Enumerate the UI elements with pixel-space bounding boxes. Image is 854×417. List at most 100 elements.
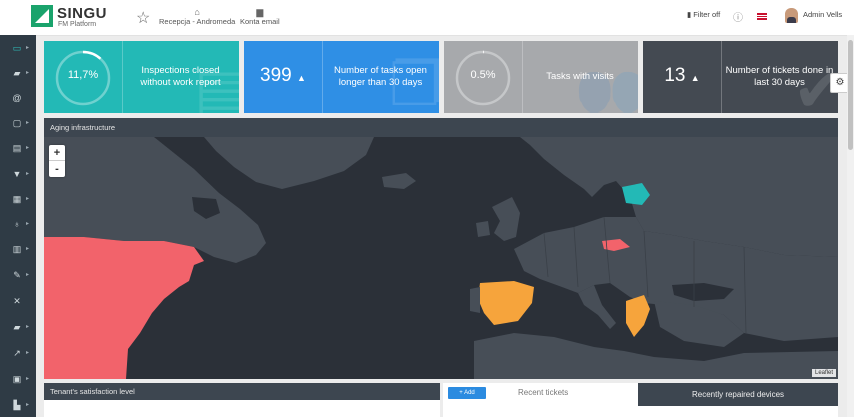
bank-icon: ▥ [12,244,22,254]
top-bar: SINGU FM Platform ☆ ⌂ Recepcja - Androme… [0,0,854,36]
chevron-right-icon: ▸ [26,120,30,126]
card-divider [322,41,323,113]
delivery-icon: ▰ [13,322,21,332]
sidebar-item-stats[interactable]: ▙ ▸ [0,395,36,417]
card-inspections-value: 11,7% [67,69,99,81]
nav-konta-email-label: Konta email [240,17,280,26]
map-attribution[interactable]: Leaflet [811,369,836,377]
document-icon: ▢ [12,118,22,128]
chevron-right-icon: ▸ [26,350,30,356]
wrench-icon: ✎ [13,270,21,280]
chevron-right-icon: ▸ [26,272,30,278]
filter-toggle[interactable]: ▮ Filter off [687,10,720,19]
at-icon: @ [12,93,22,103]
chevron-right-icon: ▸ [26,171,30,177]
report-icon: ▤ [12,143,22,153]
singu-logo[interactable]: SINGU FM Platform [31,5,121,31]
card-divider [721,41,722,113]
nav-recepcja-label: Recepcja - Andromeda [159,17,236,26]
sidebar: ▭ ▸ ▰ ▸ @ ▢ ▸ ▤ ▸ ▼ ▸ ▦ ▸ ♁ ▸ ▥ ▸ ✎ ▸ ✕ ▰ ▸ ↗ ▸ ▣ ▸ … [0,35,36,417]
aging-infrastructure-panel: Aging infrastructure + - Leaflet [44,118,838,379]
sidebar-item-tools[interactable]: ✕ [0,291,36,313]
card-tickets-value-area: 13 ▲ [643,41,721,113]
card-divider [522,41,523,113]
card-tickets-label: Number of tickets done in last 30 days [725,65,834,88]
home-icon: ⌂ [194,7,200,17]
calendar-icon: ▦ [12,194,22,204]
filter-icon: ▮ [687,10,692,19]
tab-recent-tickets[interactable]: Recent tickets [518,388,568,397]
zoom-out-button[interactable]: - [49,161,65,177]
scrollbar-thumb[interactable] [848,40,853,150]
tickets-panel: + Add Recent tickets Recently repaired d… [443,383,838,417]
lightbulb-icon: ♁ [13,219,21,229]
info-icon[interactable]: ⓘ [733,9,743,24]
sidebar-item-maintenance[interactable]: ✎ ▸ [0,265,36,287]
sidebar-item-analytics[interactable]: ↗ ▸ [0,343,36,365]
zoom-in-button[interactable]: + [49,145,65,161]
user-name[interactable]: Admin Vells [803,10,842,19]
tenant-satisfaction-title: Tenant's satisfaction level [44,383,440,400]
sidebar-item-buildings[interactable]: ▥ ▸ [0,239,36,261]
filter-icon: ▼ [12,169,22,179]
card-visits-label: Tasks with visits [546,71,614,82]
logo-subtitle: FM Platform [58,21,97,28]
chevron-right-icon: ▸ [26,221,30,227]
add-ticket-button[interactable]: + Add [448,387,486,399]
tools-icon: ✕ [13,296,21,306]
card-open-tasks-value-area: 399 ▲ [244,41,322,113]
card-tickets-done[interactable]: ✔ 13 ▲ Number of tickets done in last 30… [643,41,838,113]
land-portugal [470,287,480,313]
trend-up-icon: ▲ [690,73,700,83]
briefcase-icon: ▆ [256,7,264,17]
sidebar-item-finance[interactable]: ▣ ▸ [0,369,36,391]
tenant-satisfaction-panel: Tenant's satisfaction level [44,383,440,417]
language-flag-icon[interactable] [757,13,767,20]
logo-mark-icon [31,5,53,27]
card-visits-ring-area: 0.5% [444,41,522,113]
chevron-right-icon: ▸ [26,196,30,202]
card-divider [122,41,123,113]
tab-recently-repaired[interactable]: Recently repaired devices [638,383,838,406]
card-open-tasks-label: Number of tasks open longer than 30 days [334,65,427,88]
card-open-tasks[interactable]: ❐ 399 ▲ Number of tasks open longer than… [244,41,439,113]
chevron-right-icon: ▸ [26,145,30,151]
avatar[interactable] [785,8,798,23]
money-icon: ▣ [12,374,22,384]
card-inspections-closed[interactable]: ▤ 11,7% Inspections closed without work … [44,41,239,113]
chevron-right-icon: ▸ [26,45,30,51]
zoom-control: + - [49,145,65,177]
chevron-right-icon: ▸ [26,246,30,252]
chevron-right-icon: ▸ [26,324,30,330]
stats-icon: ▙ [13,400,21,410]
sidebar-item-reports[interactable]: ▤ ▸ [0,138,36,160]
logo-name: SINGU [57,5,108,22]
sidebar-item-fleet[interactable]: ▰ ▸ [0,63,36,85]
chevron-right-icon: ▸ [26,376,30,382]
trend-up-icon: ▲ [297,73,306,83]
sidebar-item-documents[interactable]: ▢ ▸ [0,113,36,135]
favorite-star-icon[interactable]: ☆ [136,8,150,28]
monitor-icon: ▭ [12,43,22,53]
card-open-tasks-value: 399 ▲ [260,65,306,86]
map-canvas[interactable] [44,137,838,379]
page-scrollbar[interactable] [847,35,854,417]
card-inspections-ring-area: 11,7% [44,41,122,113]
nav-konta-email[interactable]: ▆ Konta email [240,7,280,26]
card-inspections-label: Inspections closed without work report [140,65,221,88]
sidebar-item-delivery[interactable]: ▰ ▸ [0,317,36,339]
sidebar-item-calendar[interactable]: ▦ ▸ [0,189,36,211]
sidebar-item-dashboard[interactable]: ▭ ▸ [0,38,36,60]
filter-label: Filter off [693,10,721,19]
nav-recepcja[interactable]: ⌂ Recepcja - Andromeda [159,7,235,26]
land-ireland [476,221,490,237]
sidebar-item-filters[interactable]: ▼ ▸ [0,164,36,186]
sidebar-item-ideas[interactable]: ♁ ▸ [0,214,36,236]
chevron-right-icon: ▸ [26,402,30,408]
card-visits-value: 0.5% [470,69,496,81]
truck-icon: ▰ [13,68,21,78]
map-title: Aging infrastructure [44,118,838,137]
card-tasks-with-visits[interactable]: 👥 0.5% Tasks with visits [444,41,638,113]
card-tickets-value: 13 ▲ [664,65,700,86]
sidebar-item-email[interactable]: @ [0,88,36,110]
